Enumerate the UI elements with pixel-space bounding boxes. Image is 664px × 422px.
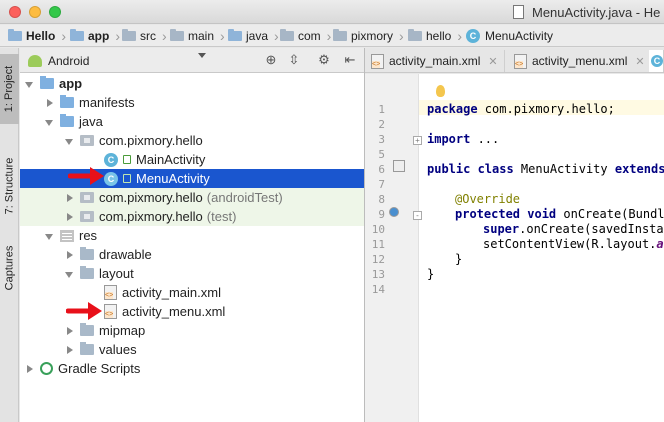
hide-panel-icon[interactable]: ⇤ [342, 52, 358, 68]
tree-item-package-test[interactable]: com.pixmory.hello (test) [20, 207, 364, 226]
expand-toggle-icon[interactable] [44, 231, 54, 241]
tree-item-activity-menu-xml[interactable]: activity_menu.xml [20, 302, 364, 321]
breadcrumb-app[interactable]: app › [70, 28, 120, 44]
breadcrumb-pixmory[interactable]: pixmory › [333, 28, 404, 44]
tree-item-package-main[interactable]: com.pixmory.hello [20, 131, 364, 150]
folder-icon [333, 29, 347, 41]
window-title: MenuActivity.java - He [532, 5, 661, 20]
chevron-down-icon[interactable] [198, 53, 206, 58]
tab-project[interactable]: 1: Project [0, 54, 19, 124]
tree-item-app[interactable]: app [20, 74, 364, 93]
code-editor[interactable]: 1 2 3 5 6 7 8 9 10 11 12 13 14 + - packa… [365, 74, 664, 422]
xml-file-icon [104, 304, 117, 319]
module-folder-icon [8, 29, 22, 41]
folder-icon [80, 266, 94, 279]
title-bar: MenuActivity.java - He [0, 0, 664, 24]
expand-toggle-icon[interactable] [64, 345, 74, 355]
tab-menuactivity[interactable]: C [649, 50, 664, 72]
tool-window-strip: 1: Project 7: Structure Captures [0, 48, 19, 422]
tree-item-java[interactable]: java [20, 112, 364, 131]
expand-toggle-icon[interactable] [64, 250, 74, 260]
breadcrumb-src[interactable]: src › [122, 28, 167, 44]
lock-icon [123, 155, 131, 164]
xml-file-icon [104, 285, 117, 300]
breadcrumb-com[interactable]: com › [280, 28, 331, 44]
expand-toggle-icon[interactable] [44, 117, 54, 127]
folder-icon [280, 29, 294, 41]
expand-toggle-icon[interactable] [64, 136, 74, 146]
folder-icon [228, 29, 242, 41]
tree-item-activity-main-xml[interactable]: activity_main.xml [20, 283, 364, 302]
code-area[interactable]: package com.pixmory.hello; import ... pu… [427, 74, 664, 422]
editor-tabs: activity_main.xml ✕ activity_menu.xml ✕ … [365, 48, 664, 73]
tree-item-manifests[interactable]: manifests [20, 93, 364, 112]
class-icon: C [651, 55, 663, 67]
tree-item-package-androidtest[interactable]: com.pixmory.hello (androidTest) [20, 188, 364, 207]
folder-icon [80, 342, 94, 355]
breadcrumb-hello-pkg[interactable]: hello › [408, 28, 462, 44]
breadcrumb: Hello › app › src › main › java › com › pixmor… [0, 25, 664, 47]
tab-captures[interactable]: Captures [0, 238, 19, 298]
breadcrumb-menuactivity[interactable]: C MenuActivity [466, 28, 553, 44]
expand-toggle-icon[interactable] [24, 364, 34, 374]
folder-icon [60, 95, 74, 108]
maximize-window-button[interactable] [49, 6, 61, 18]
tree-item-values[interactable]: values [20, 340, 364, 359]
expand-toggle-icon[interactable] [64, 193, 74, 203]
tree-item-drawable[interactable]: drawable [20, 245, 364, 264]
fold-icon[interactable]: - [413, 211, 422, 220]
close-icon[interactable]: ✕ [635, 55, 644, 68]
gradle-icon [40, 362, 53, 375]
folder-icon [60, 114, 74, 127]
module-folder-icon [70, 29, 84, 41]
expand-toggle-icon[interactable] [64, 326, 74, 336]
android-icon [28, 54, 42, 67]
layout-link-icon[interactable] [393, 160, 405, 172]
class-icon: C [466, 29, 480, 43]
xml-file-icon [371, 53, 384, 69]
class-icon: C [104, 152, 118, 167]
breadcrumb-main[interactable]: main › [170, 28, 225, 44]
close-icon[interactable]: ✕ [488, 55, 497, 68]
editor-gutter: 1 2 3 5 6 7 8 9 10 11 12 13 14 + - [365, 74, 422, 422]
gear-icon[interactable]: ⚙ [316, 52, 332, 68]
tab-activity-menu-xml[interactable]: activity_menu.xml ✕ [508, 50, 652, 72]
tab-activity-main-xml[interactable]: activity_main.xml ✕ [365, 50, 505, 72]
package-icon [80, 211, 94, 222]
collapse-all-icon[interactable]: ⇳ [286, 52, 302, 68]
folder-icon [80, 323, 94, 336]
expand-toggle-icon[interactable] [44, 98, 54, 108]
tree-item-mipmap[interactable]: mipmap [20, 321, 364, 340]
project-toolbar: Android ⊕ ⇳ ⚙ ⇤ [20, 48, 364, 73]
locate-icon[interactable]: ⊕ [263, 52, 279, 68]
package-icon [80, 135, 94, 146]
tree-item-mainactivity[interactable]: C MainActivity [20, 150, 364, 169]
expand-toggle-icon[interactable] [64, 269, 74, 279]
module-icon [40, 76, 54, 89]
tree-item-layout[interactable]: layout [20, 264, 364, 283]
expand-toggle-icon[interactable] [24, 79, 34, 89]
minimize-window-button[interactable] [29, 6, 41, 18]
fold-icon[interactable]: + [413, 136, 422, 145]
document-icon [513, 5, 524, 19]
breadcrumb-java[interactable]: java › [228, 28, 279, 44]
close-window-button[interactable] [9, 6, 21, 18]
xml-file-icon [514, 53, 527, 69]
package-icon [80, 192, 94, 203]
tree-item-gradle-scripts[interactable]: Gradle Scripts [20, 359, 364, 378]
override-marker-icon[interactable] [389, 207, 399, 217]
res-folder-icon [60, 229, 74, 242]
folder-icon [408, 29, 422, 41]
folder-icon [80, 247, 94, 260]
folder-icon [122, 29, 136, 41]
lock-icon [123, 174, 131, 183]
expand-toggle-icon[interactable] [64, 212, 74, 222]
breadcrumb-hello[interactable]: Hello › [8, 28, 66, 44]
tab-structure[interactable]: 7: Structure [0, 144, 19, 228]
project-panel: Android ⊕ ⇳ ⚙ ⇤ app manifests java com.p… [20, 48, 364, 422]
folder-icon [170, 29, 184, 41]
tree-item-res[interactable]: res [20, 226, 364, 245]
class-icon: C [104, 171, 118, 186]
tree-item-menuactivity[interactable]: C MenuActivity [20, 169, 364, 188]
